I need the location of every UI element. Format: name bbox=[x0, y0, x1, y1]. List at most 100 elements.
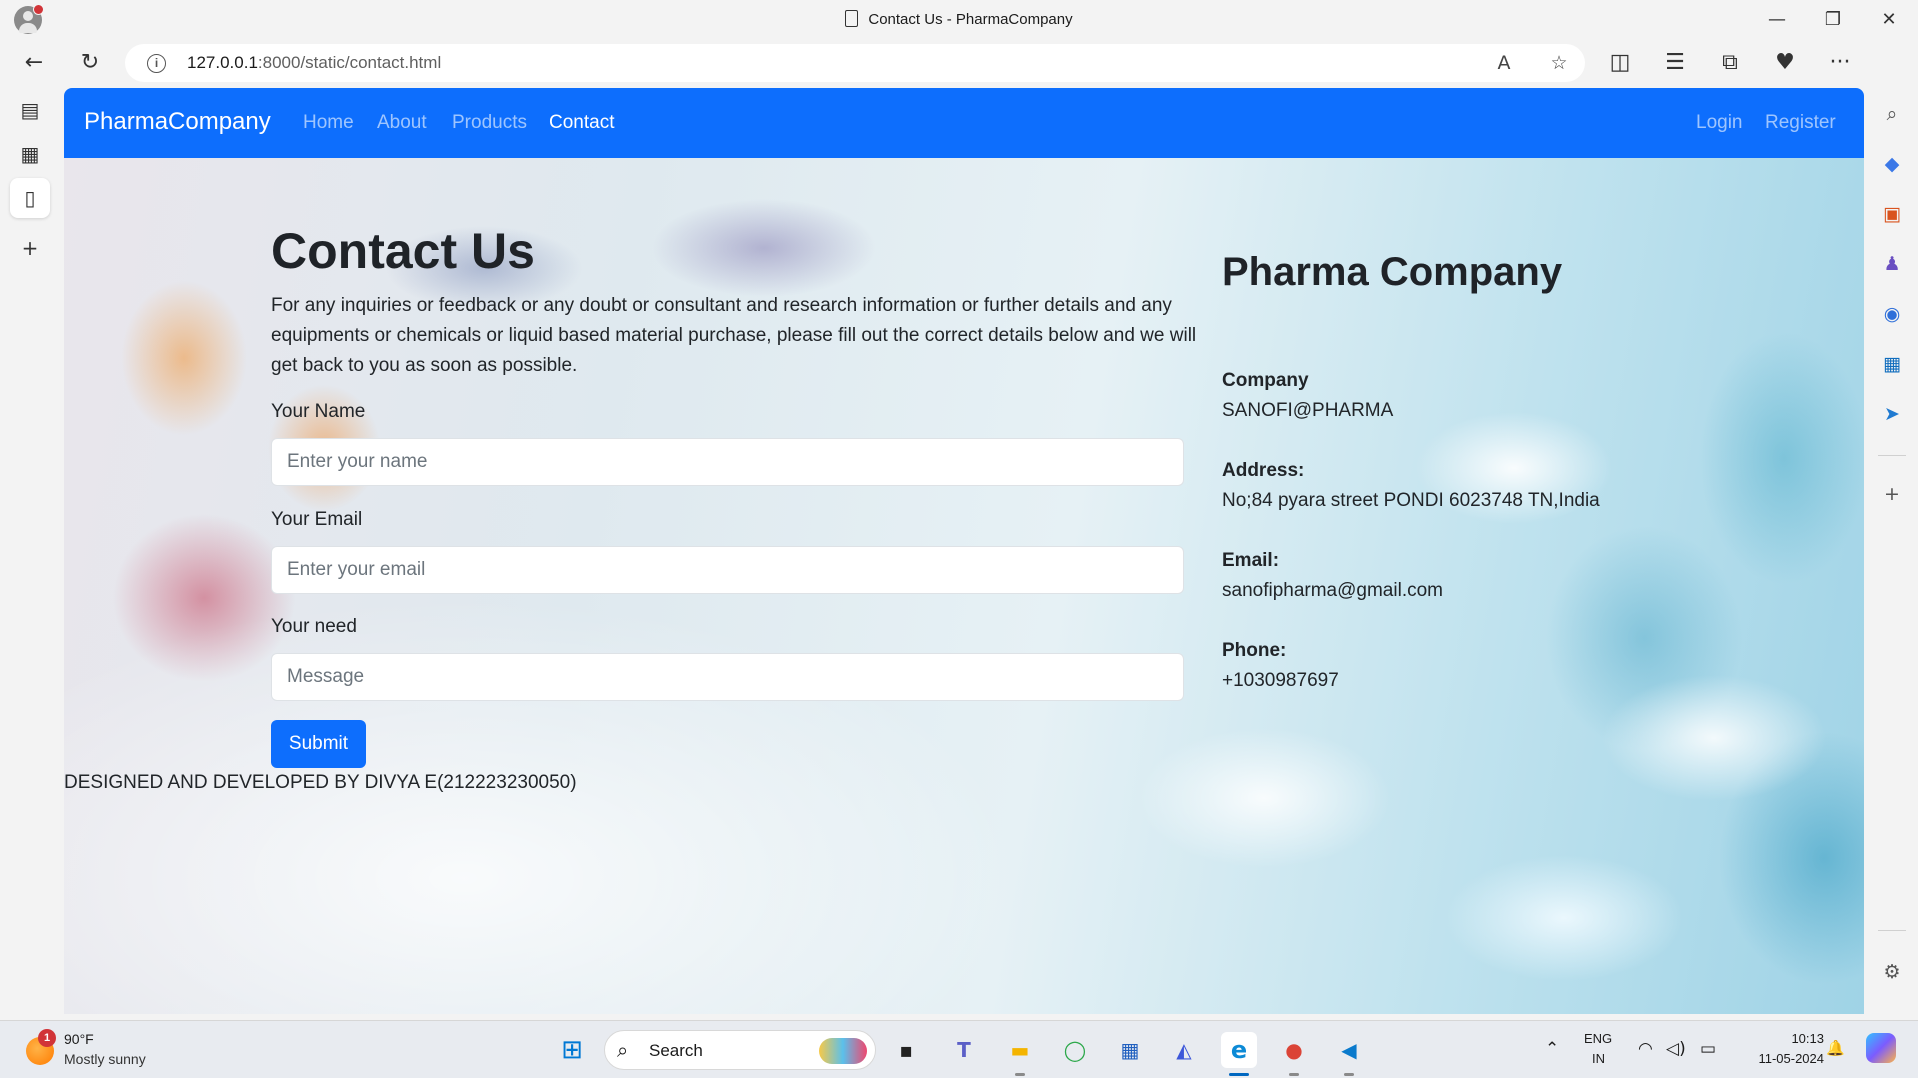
close-button[interactable]: ✕ bbox=[1866, 4, 1912, 36]
phone-label: Phone: bbox=[1222, 640, 1287, 661]
volume-icon[interactable]: ◁) bbox=[1666, 1039, 1686, 1059]
chrome-app[interactable]: ● bbox=[1276, 1032, 1312, 1076]
outlook-icon[interactable]: ▦ bbox=[1874, 346, 1910, 382]
contact-intro-text: For any inquiries or feedback or any dou… bbox=[271, 295, 1197, 376]
teams-icon: T bbox=[957, 1038, 971, 1062]
more-options-icon[interactable]: ··· bbox=[1822, 46, 1858, 80]
message-input[interactable] bbox=[271, 653, 1184, 701]
minimize-button[interactable]: — bbox=[1754, 4, 1800, 36]
browser-toolbar: ← ↻ i 127.0.0.1:8000/static/contact.html… bbox=[0, 40, 1918, 86]
restore-button[interactable]: ❐ bbox=[1810, 4, 1856, 36]
search-icon: ⌕ bbox=[617, 1038, 629, 1062]
address-value: No;84 pyara street PONDI 6023748 TN,Indi… bbox=[1222, 490, 1600, 511]
title-bar: Contact Us - PharmaCompany — ❐ ✕ bbox=[0, 0, 1918, 40]
browser-essentials-icon[interactable]: ♥ bbox=[1767, 46, 1803, 80]
nav-about[interactable]: About bbox=[377, 112, 427, 134]
clock-time[interactable]: 10:13 bbox=[1764, 1031, 1824, 1046]
sidebar-divider bbox=[1878, 455, 1906, 456]
url-text[interactable]: 127.0.0.1:8000/static/contact.html bbox=[187, 53, 441, 73]
name-input[interactable] bbox=[271, 438, 1184, 486]
company-label: Company bbox=[1222, 370, 1309, 391]
nav-products[interactable]: Products bbox=[452, 112, 527, 134]
page-viewport: PharmaCompany Home About Products Contac… bbox=[64, 88, 1864, 1014]
url-host: 127.0.0.1 bbox=[187, 53, 258, 72]
language-top[interactable]: ENG bbox=[1584, 1031, 1612, 1046]
window-title-text: Contact Us - PharmaCompany bbox=[868, 11, 1073, 28]
read-aloud-icon[interactable]: A bbox=[1487, 46, 1521, 80]
site-navbar: PharmaCompany Home About Products Contac… bbox=[64, 88, 1864, 158]
wifi-icon[interactable]: ◠ bbox=[1638, 1039, 1653, 1059]
ring-app-icon: ◯ bbox=[1063, 1038, 1087, 1062]
company-heading: Pharma Company bbox=[1222, 250, 1563, 294]
current-tab-page-icon[interactable]: ▯ bbox=[10, 178, 50, 218]
ring-app[interactable]: ◯ bbox=[1057, 1032, 1093, 1068]
split-screen-icon[interactable]: ◫ bbox=[1602, 46, 1638, 80]
refresh-button[interactable]: ↻ bbox=[72, 46, 108, 80]
copilot-taskbar-icon: ◭ bbox=[1176, 1038, 1192, 1062]
sidebar-search-icon[interactable]: ⌕ bbox=[1874, 96, 1910, 132]
start-button[interactable]: ⊞ bbox=[554, 1032, 590, 1068]
folder-icon: ▬ bbox=[1010, 1038, 1030, 1062]
tray-overflow-icon[interactable]: ⌃ bbox=[1545, 1039, 1559, 1059]
navbar-brand[interactable]: PharmaCompany bbox=[84, 108, 271, 136]
vertical-tab-strip: ▤ ▦ ▯ + bbox=[0, 86, 60, 1020]
search-label: Search bbox=[649, 1041, 703, 1060]
footer-credit: DESIGNED AND DEVELOPED BY DIVYA E(212223… bbox=[64, 772, 577, 793]
window-title: Contact Us - PharmaCompany bbox=[0, 10, 1918, 28]
favorite-star-icon[interactable]: ☆ bbox=[1542, 46, 1576, 80]
nav-contact[interactable]: Contact bbox=[549, 112, 614, 134]
teams-app[interactable]: T bbox=[946, 1032, 982, 1068]
email-input[interactable] bbox=[271, 546, 1184, 594]
submit-button[interactable]: Submit bbox=[271, 720, 366, 768]
active-indicator bbox=[1229, 1073, 1249, 1076]
taskbar-search[interactable]: ⌕ Search bbox=[604, 1030, 876, 1070]
copilot-app[interactable]: ◭ bbox=[1166, 1032, 1202, 1068]
name-label: Your Name bbox=[271, 401, 366, 422]
tools-icon[interactable]: ▣ bbox=[1874, 196, 1910, 232]
weather-badge: 1 bbox=[38, 1029, 56, 1047]
tab-actions-icon[interactable]: ▤ bbox=[10, 90, 50, 130]
sidebar-settings-icon[interactable]: ⚙ bbox=[1874, 954, 1910, 990]
file-explorer-app[interactable]: ▬ bbox=[1002, 1032, 1038, 1076]
store-app[interactable]: ▦ bbox=[1112, 1032, 1148, 1068]
sidebar-add-icon[interactable]: + bbox=[1874, 476, 1910, 512]
chrome-icon: ● bbox=[1285, 1038, 1303, 1062]
new-tab-icon[interactable]: + bbox=[10, 228, 50, 268]
sidebar-divider-bottom bbox=[1878, 930, 1906, 931]
language-bottom[interactable]: IN bbox=[1592, 1051, 1605, 1066]
vscode-app[interactable]: ◀ bbox=[1331, 1032, 1367, 1076]
address-bar[interactable]: i 127.0.0.1:8000/static/contact.html A ☆ bbox=[125, 44, 1585, 82]
nav-home[interactable]: Home bbox=[303, 112, 354, 134]
nav-register[interactable]: Register bbox=[1765, 112, 1836, 134]
windows-logo-icon: ⊞ bbox=[561, 1035, 583, 1065]
notification-bell-icon[interactable]: 🔔 bbox=[1826, 1039, 1845, 1057]
edge-app[interactable]: e bbox=[1221, 1032, 1257, 1076]
weather-condition[interactable]: Mostly sunny bbox=[64, 1051, 146, 1067]
windows-taskbar: 1 90°F Mostly sunny ⊞ ⌕ Search ▪ T ▬ ◯ ▦… bbox=[0, 1020, 1918, 1078]
task-view-button[interactable]: ▪ bbox=[888, 1032, 924, 1068]
shopping-tag-icon[interactable]: ◆ bbox=[1874, 146, 1910, 182]
battery-icon[interactable]: ▭ bbox=[1700, 1039, 1716, 1059]
edge-icon: e bbox=[1230, 1036, 1248, 1064]
page-document-icon bbox=[845, 10, 859, 27]
contact-heading: Contact Us bbox=[271, 223, 535, 279]
clock-date[interactable]: 11-05-2024 bbox=[1738, 1051, 1824, 1066]
task-view-icon: ▪ bbox=[899, 1038, 913, 1062]
vscode-icon: ◀ bbox=[1341, 1038, 1357, 1062]
weather-temperature[interactable]: 90°F bbox=[64, 1031, 94, 1047]
send-icon[interactable]: ➤ bbox=[1874, 396, 1910, 432]
history-tab-icon[interactable]: ▦ bbox=[10, 134, 50, 174]
need-label: Your need bbox=[271, 616, 357, 637]
company-value: SANOFI@PHARMA bbox=[1222, 400, 1394, 421]
back-button[interactable]: ← bbox=[16, 46, 52, 80]
running-indicator bbox=[1015, 1073, 1025, 1076]
office-icon[interactable]: ◉ bbox=[1874, 296, 1910, 332]
favorites-icon[interactable]: ☰ bbox=[1657, 46, 1693, 80]
site-info-icon[interactable]: i bbox=[147, 54, 166, 73]
games-icon[interactable]: ♟ bbox=[1874, 246, 1910, 282]
edge-sidebar: ⌕ ◆ ▣ ♟ ◉ ▦ ➤ + ⚙ bbox=[1866, 40, 1918, 1020]
copilot-tray-icon[interactable] bbox=[1866, 1033, 1896, 1063]
collections-icon[interactable]: ⧉ bbox=[1712, 46, 1748, 80]
nav-login[interactable]: Login bbox=[1696, 112, 1743, 134]
running-indicator bbox=[1289, 1073, 1299, 1076]
